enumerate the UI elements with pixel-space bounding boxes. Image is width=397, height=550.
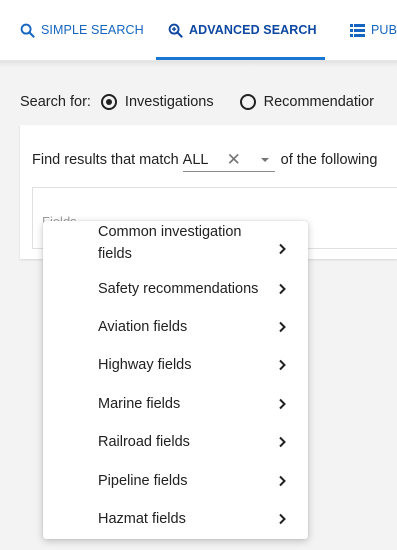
- fields-menu: Common investigation fields Safety recomm…: [43, 221, 308, 539]
- tab-advanced-search[interactable]: ADVANCED SEARCH: [168, 0, 317, 60]
- chevron-right-icon: [279, 283, 286, 295]
- match-prefix: Find results that match: [32, 152, 179, 168]
- investigations-radio[interactable]: [100, 94, 117, 110]
- tab-simple-search[interactable]: SIMPLE SEARCH: [20, 0, 144, 60]
- search-for-label: Search for:: [20, 94, 91, 110]
- list-icon: [350, 23, 365, 37]
- menu-item-label: Common investigation fields: [98, 221, 283, 265]
- advanced-search-icon: [168, 23, 183, 38]
- recommendations-radio-label[interactable]: Recommendatior: [264, 94, 374, 110]
- tab-shadow: [0, 61, 397, 67]
- match-suffix: of the following: [280, 152, 378, 168]
- menu-item-label: Marine fields: [98, 396, 181, 412]
- recommendations-radio[interactable]: [239, 94, 256, 110]
- chevron-right-icon: [279, 398, 286, 410]
- search-tabs: SIMPLE SEARCH ADVANCED SEARCH PUBLI: [0, 0, 397, 61]
- tab-publications[interactable]: PUBLI: [350, 0, 397, 60]
- chevron-right-icon: [279, 359, 286, 371]
- menu-item-pipeline-fields[interactable]: Pipeline fields: [43, 466, 308, 496]
- chevron-right-icon: [279, 321, 286, 333]
- menu-item-hazmat-fields[interactable]: Hazmat fields: [43, 504, 308, 534]
- menu-item-highway-fields[interactable]: Highway fields: [43, 350, 308, 380]
- menu-item-label-line2: fields: [98, 246, 132, 262]
- dropdown-arrow-icon[interactable]: [260, 157, 269, 162]
- menu-item-common-investigation-fields[interactable]: Common investigation fields: [43, 221, 308, 269]
- match-select[interactable]: ALL ✕: [182, 149, 275, 172]
- chevron-right-icon: [279, 513, 286, 525]
- menu-item-label: Railroad fields: [98, 434, 190, 450]
- menu-item-railroad-fields[interactable]: Railroad fields: [43, 427, 308, 457]
- menu-item-label: Hazmat fields: [98, 511, 186, 527]
- menu-item-label: Aviation fields: [98, 319, 188, 335]
- menu-item-label: Safety recommendations: [98, 281, 259, 297]
- menu-item-label: Highway fields: [98, 357, 192, 373]
- close-icon[interactable]: ✕: [227, 150, 241, 170]
- menu-item-aviation-fields[interactable]: Aviation fields: [43, 312, 308, 342]
- chevron-right-icon: [279, 436, 286, 448]
- tab-simple-search-label: SIMPLE SEARCH: [41, 23, 144, 37]
- menu-item-label: Pipeline fields: [98, 473, 188, 489]
- match-row: Find results that match ALL ✕ of the fol…: [32, 149, 378, 172]
- tab-publications-label: PUBLI: [371, 23, 397, 37]
- match-value: ALL: [182, 151, 209, 168]
- chevron-right-icon: [279, 475, 286, 487]
- investigations-radio-label[interactable]: Investigations: [125, 94, 214, 110]
- search-for-row: Search for: Investigations Recommendatio…: [20, 92, 374, 112]
- active-tab-indicator: [156, 57, 325, 60]
- menu-item-label-line1: Common investigation: [98, 224, 242, 240]
- search-icon: [20, 23, 35, 38]
- tab-advanced-search-label: ADVANCED SEARCH: [189, 23, 317, 37]
- chevron-right-icon: [279, 243, 286, 255]
- menu-item-safety-recommendations[interactable]: Safety recommendations: [43, 274, 308, 304]
- menu-item-marine-fields[interactable]: Marine fields: [43, 389, 308, 419]
